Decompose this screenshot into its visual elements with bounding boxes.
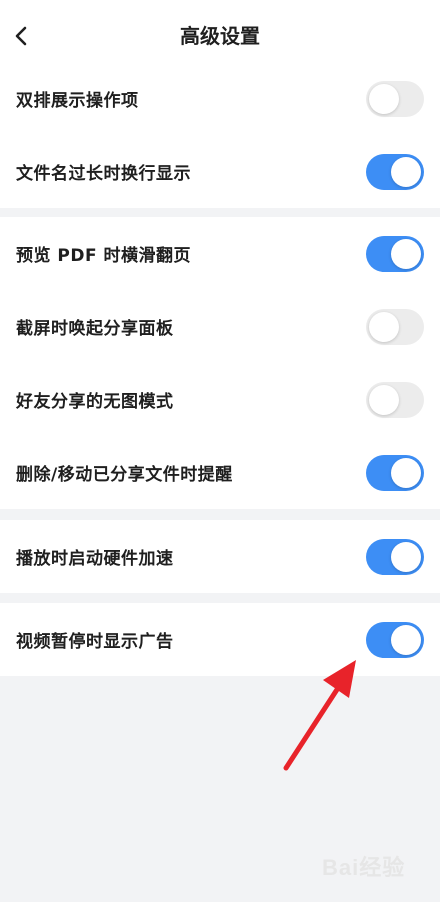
settings-section-share: 预览 PDF 时横滑翻页 截屏时唤起分享面板 好友分享的无图模式 删除/移动已分… xyxy=(0,217,440,509)
setting-label: 好友分享的无图模式 xyxy=(16,392,174,412)
setting-row-double-row: 双排展示操作项 xyxy=(0,62,440,135)
toggle-knob xyxy=(391,541,421,572)
toggle-switch[interactable] xyxy=(366,308,424,345)
setting-row-delete-remind: 删除/移动已分享文件时提醒 xyxy=(0,436,440,509)
setting-row-hw-accel: 播放时启动硬件加速 xyxy=(0,520,440,593)
toggle-knob xyxy=(391,457,421,488)
setting-label: 文件名过长时换行显示 xyxy=(16,164,191,184)
setting-label: 双排展示操作项 xyxy=(16,91,139,111)
toggle-switch[interactable] xyxy=(366,153,424,190)
setting-row-pause-ads: 视频暂停时显示广告 xyxy=(0,603,440,676)
red-arrow-icon xyxy=(283,660,356,771)
toggle-knob xyxy=(391,238,421,269)
settings-section-ads: 视频暂停时显示广告 xyxy=(0,603,440,676)
setting-label: 截屏时唤起分享面板 xyxy=(16,319,174,339)
toggle-knob xyxy=(391,624,421,655)
toggle-knob xyxy=(369,384,399,415)
watermark-text: Bai经验 xyxy=(322,855,406,880)
toggle-switch[interactable] xyxy=(366,538,424,575)
settings-section-display: 双排展示操作项 文件名过长时换行显示 xyxy=(0,62,440,208)
watermark-logo: Bai经验 xyxy=(322,850,434,896)
settings-section-playback: 播放时启动硬件加速 xyxy=(0,520,440,593)
toggle-switch[interactable] xyxy=(366,80,424,117)
toggle-switch[interactable] xyxy=(366,235,424,272)
page-title: 高级设置 xyxy=(180,24,260,48)
toggle-knob xyxy=(391,156,421,187)
setting-label: 视频暂停时显示广告 xyxy=(16,632,174,652)
setting-row-screenshot-share: 截屏时唤起分享面板 xyxy=(0,290,440,363)
toggle-switch[interactable] xyxy=(366,621,424,658)
setting-row-no-image-mode: 好友分享的无图模式 xyxy=(0,363,440,436)
setting-row-wrap-filename: 文件名过长时换行显示 xyxy=(0,135,440,208)
setting-row-pdf-swipe: 预览 PDF 时横滑翻页 xyxy=(0,217,440,290)
toggle-switch[interactable] xyxy=(366,381,424,418)
setting-label: 播放时启动硬件加速 xyxy=(16,549,174,569)
toggle-knob xyxy=(369,83,399,114)
toggle-switch[interactable] xyxy=(366,454,424,491)
setting-label: 删除/移动已分享文件时提醒 xyxy=(16,465,233,485)
toggle-knob xyxy=(369,311,399,342)
setting-label: 预览 PDF 时横滑翻页 xyxy=(16,246,192,266)
